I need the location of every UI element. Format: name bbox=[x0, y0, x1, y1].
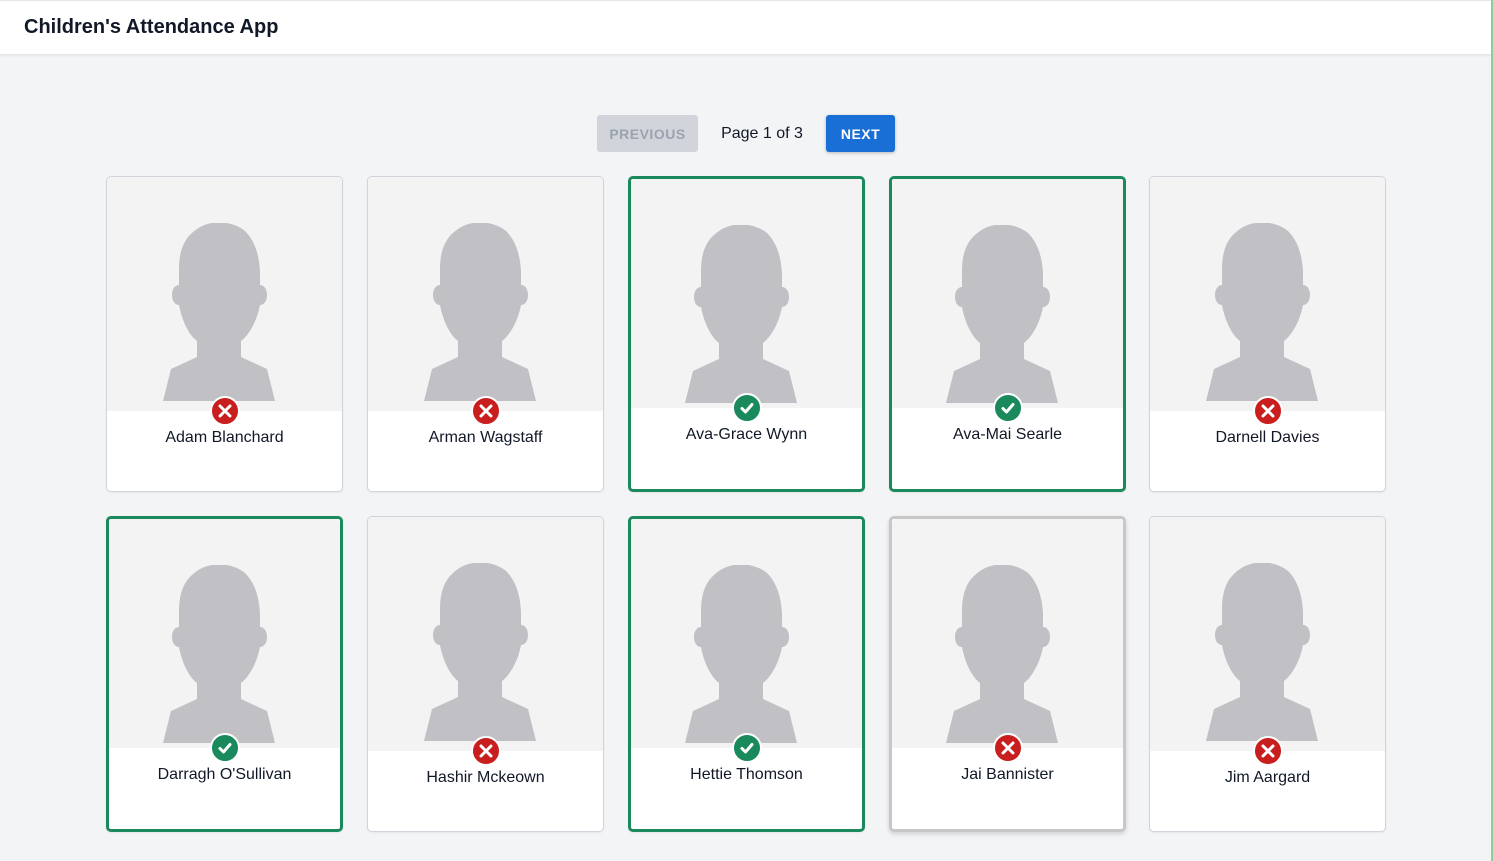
status-badge bbox=[470, 396, 501, 426]
child-name: Ava-Grace Wynn bbox=[685, 426, 808, 443]
child-card-ava-grace-wynn[interactable]: Ava-Grace Wynn bbox=[628, 176, 865, 492]
child-photo bbox=[107, 177, 342, 411]
child-name: Adam Blanchard bbox=[165, 429, 284, 446]
child-card-ava-mai-searle[interactable]: Ava-Mai Searle bbox=[889, 176, 1126, 492]
child-card-arman-wagstaff[interactable]: Arman Wagstaff bbox=[367, 176, 604, 492]
app-header: Children's Attendance App bbox=[0, 0, 1491, 55]
child-photo bbox=[1150, 177, 1385, 411]
child-photo bbox=[631, 519, 862, 748]
child-name: Arman Wagstaff bbox=[428, 429, 543, 446]
cross-icon bbox=[1261, 744, 1274, 758]
pagination: PREVIOUS Page 1 of 3 NEXT bbox=[597, 115, 895, 152]
check-icon bbox=[1001, 403, 1014, 414]
app-title: Children's Attendance App bbox=[24, 16, 279, 38]
person-silhouette-icon bbox=[162, 565, 275, 743]
status-badge bbox=[209, 733, 240, 763]
check-icon bbox=[740, 743, 753, 754]
page-indicator: Page 1 of 3 bbox=[721, 124, 803, 142]
child-card-hettie-thomson[interactable]: Hettie Thomson bbox=[628, 516, 865, 832]
child-photo bbox=[892, 179, 1123, 408]
child-name: Darragh O'Sullivan bbox=[157, 766, 292, 783]
cross-icon bbox=[218, 404, 231, 418]
child-card-darnell-davies[interactable]: Darnell Davies bbox=[1149, 176, 1386, 492]
child-name: Darnell Davies bbox=[1215, 429, 1320, 446]
child-photo bbox=[631, 179, 862, 408]
child-photo bbox=[1150, 517, 1385, 751]
app-root: Children's Attendance App PREVIOUS Page … bbox=[0, 0, 1493, 861]
person-silhouette-icon bbox=[423, 223, 536, 401]
status-badge bbox=[731, 733, 762, 763]
child-card-hashir-mckeown[interactable]: Hashir Mckeown bbox=[367, 516, 604, 832]
person-silhouette-icon bbox=[684, 565, 797, 743]
child-name: Hettie Thomson bbox=[690, 766, 803, 783]
child-card-jai-bannister[interactable]: Jai Bannister bbox=[889, 516, 1126, 832]
child-photo bbox=[892, 519, 1123, 748]
person-silhouette-icon bbox=[162, 223, 275, 401]
child-photo bbox=[368, 177, 603, 411]
cross-icon bbox=[1001, 741, 1014, 755]
child-card-darragh-osullivan[interactable]: Darragh O'Sullivan bbox=[106, 516, 343, 832]
child-photo bbox=[109, 519, 340, 748]
status-badge bbox=[1252, 736, 1283, 766]
check-icon bbox=[740, 403, 753, 414]
status-badge bbox=[470, 736, 501, 766]
child-name: Hashir Mckeown bbox=[426, 769, 545, 786]
previous-button[interactable]: PREVIOUS bbox=[597, 115, 698, 152]
next-button[interactable]: NEXT bbox=[826, 115, 895, 152]
person-silhouette-icon bbox=[1205, 223, 1318, 401]
status-badge bbox=[992, 393, 1023, 423]
person-silhouette-icon bbox=[423, 563, 536, 741]
cross-icon bbox=[1261, 404, 1274, 418]
child-photo bbox=[368, 517, 603, 751]
child-card-adam-blanchard[interactable]: Adam Blanchard bbox=[106, 176, 343, 492]
cross-icon bbox=[479, 744, 492, 758]
status-badge bbox=[209, 396, 240, 426]
child-name: Ava-Mai Searle bbox=[952, 426, 1063, 443]
person-silhouette-icon bbox=[1205, 563, 1318, 741]
child-card-jim-aargard[interactable]: Jim Aargard bbox=[1149, 516, 1386, 832]
status-badge bbox=[731, 393, 762, 423]
cross-icon bbox=[479, 404, 492, 418]
status-badge bbox=[1252, 396, 1283, 426]
status-badge bbox=[992, 733, 1023, 763]
child-name: Jim Aargard bbox=[1224, 769, 1311, 786]
person-silhouette-icon bbox=[945, 225, 1058, 403]
person-silhouette-icon bbox=[684, 225, 797, 403]
person-silhouette-icon bbox=[945, 565, 1058, 743]
check-icon bbox=[218, 743, 231, 754]
child-name: Jai Bannister bbox=[961, 766, 1054, 783]
